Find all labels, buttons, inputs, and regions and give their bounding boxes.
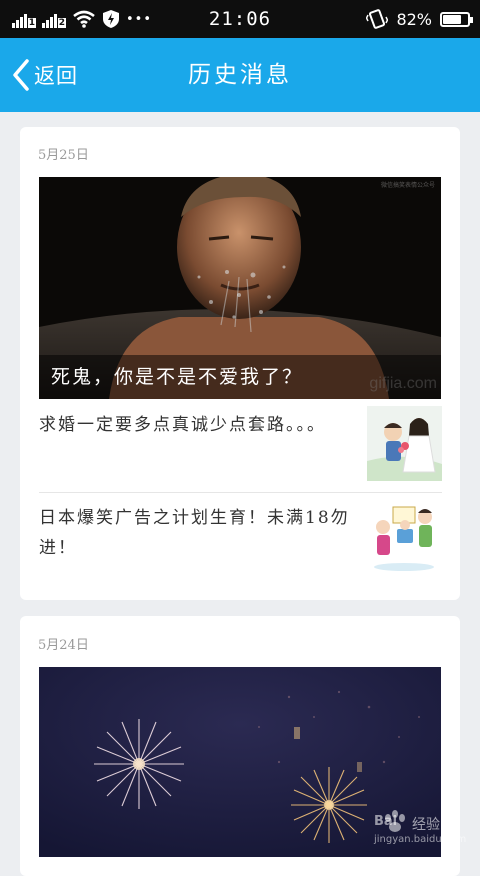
watermark-brand-cn: 经验 — [412, 817, 440, 833]
card-date: 5月25日 — [38, 148, 89, 163]
proposal-cartoon-image — [367, 406, 442, 481]
status-right-icons: 82% — [366, 0, 473, 38]
list-item-title: 求婚一定要多点真诚少点套路。。。 — [39, 415, 326, 435]
page-title: 历史消息 — [188, 62, 292, 88]
phone-vibrate-icon — [366, 9, 389, 29]
hero-corner-mark: 微信搞笑表情公众号 — [380, 182, 435, 189]
hero-caption: 死鬼，你是不是不爱我了？ — [39, 355, 441, 399]
watermark-url: jingyan.baidu.com — [374, 834, 467, 845]
message-card: 5月25日 微信搞笑表情公众号 死鬼，你是不是不爱我了？ 求婚一定要多点真诚少点… — [20, 127, 460, 600]
list-item-thumbnail — [367, 499, 442, 574]
status-bar: 1 2 ••• 21:06 82% — [0, 0, 480, 38]
battery-level — [443, 14, 462, 24]
baidu-jingyan-watermark: Bai 经验 jingyan.baidu.com — [374, 806, 466, 850]
list-divider — [39, 492, 442, 493]
card-date: 5月24日 — [38, 638, 89, 653]
family-cartoon-image — [367, 499, 442, 574]
list-item-title: 日本爆笑广告之计划生育！未满18勿进！ — [39, 508, 350, 558]
list-item[interactable]: 日本爆笑广告之计划生育！未满18勿进！ — [39, 499, 442, 579]
nav-bar: 返回 历史消息 — [0, 38, 480, 112]
list-item[interactable]: 求婚一定要多点真诚少点套路。。。 — [39, 406, 442, 492]
battery-icon — [440, 11, 473, 27]
watermark-brand: Bai — [374, 814, 398, 829]
battery-percent: 82% — [396, 9, 432, 29]
list-item-thumbnail — [367, 406, 442, 481]
hero-article[interactable]: 微信搞笑表情公众号 gifjia.com 死鬼，你是不是不爱我了？ — [39, 177, 441, 399]
